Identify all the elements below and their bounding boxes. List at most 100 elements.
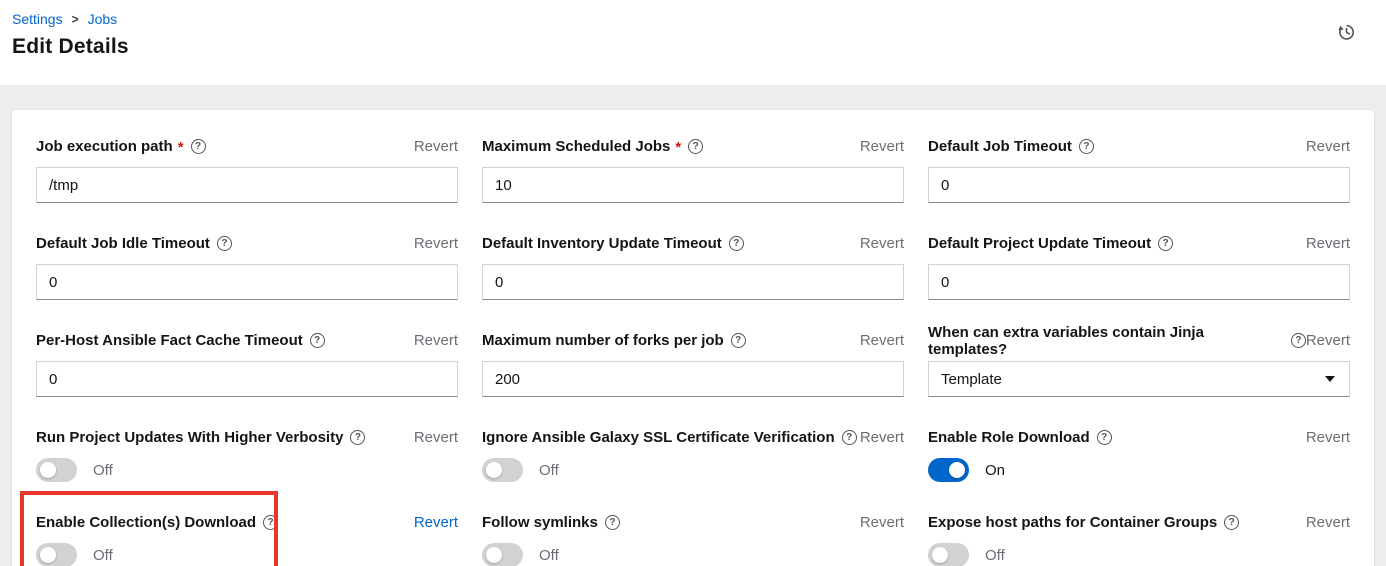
help-icon[interactable]: ? xyxy=(729,236,744,251)
field-control xyxy=(928,167,1350,203)
help-icon[interactable]: ? xyxy=(1291,333,1306,348)
help-icon[interactable]: ? xyxy=(263,515,278,530)
default-job-idle-timeout-input[interactable] xyxy=(36,264,458,300)
field-control: Template xyxy=(928,361,1350,397)
help-icon[interactable]: ? xyxy=(1158,236,1173,251)
toggle-state-label: Off xyxy=(93,547,113,564)
revert-button[interactable]: Revert xyxy=(414,235,458,252)
settings-card: Job execution path * ? Revert Maximum Sc… xyxy=(12,110,1374,566)
breadcrumb-link-jobs[interactable]: Jobs xyxy=(88,10,118,28)
field-label-group: Job execution path * ? xyxy=(36,137,206,156)
field-when-can-extra-variables-contain-jinja-templates: When can extra variables contain Jinja t… xyxy=(928,330,1350,397)
field-label: Default Project Update Timeout xyxy=(928,235,1151,252)
revert-button[interactable]: Revert xyxy=(1306,138,1350,155)
toggle-knob xyxy=(932,547,948,563)
field-label-group: Default Inventory Update Timeout ? xyxy=(482,235,744,252)
field-label-group: Run Project Updates With Higher Verbosit… xyxy=(36,429,365,446)
field-default-project-update-timeout: Default Project Update Timeout ? Revert xyxy=(928,233,1350,300)
field-follow-symlinks: Follow symlinks ? Revert Off xyxy=(482,512,904,566)
default-inventory-update-timeout-input[interactable] xyxy=(482,264,904,300)
field-label-group: Enable Collection(s) Download ? xyxy=(36,514,278,531)
toggle-state-label: Off xyxy=(985,547,1005,564)
field-label: Expose host paths for Container Groups xyxy=(928,514,1217,531)
revert-button[interactable]: Revert xyxy=(860,332,904,349)
revert-button[interactable]: Revert xyxy=(414,332,458,349)
ignore-ansible-galaxy-ssl-certificate-verification-toggle[interactable] xyxy=(482,458,523,482)
help-icon[interactable]: ? xyxy=(1224,515,1239,530)
help-icon[interactable]: ? xyxy=(688,139,703,154)
field-control xyxy=(482,264,904,300)
job-execution-path-input[interactable] xyxy=(36,167,458,203)
field-control xyxy=(36,264,458,300)
field-ignore-ansible-galaxy-ssl-certificate-verification: Ignore Ansible Galaxy SSL Certificate Ve… xyxy=(482,427,904,482)
field-per-host-ansible-fact-cache-timeout: Per-Host Ansible Fact Cache Timeout ? Re… xyxy=(36,330,458,397)
field-control: Off xyxy=(482,543,904,566)
required-asterisk: * xyxy=(178,139,184,156)
maximum-number-of-forks-per-job-input[interactable] xyxy=(482,361,904,397)
when-can-extra-variables-contain-jinja-templates-select[interactable]: Template xyxy=(928,361,1350,397)
revert-button[interactable]: Revert xyxy=(860,514,904,531)
field-label-group: Enable Role Download ? xyxy=(928,429,1112,446)
maximum-scheduled-jobs-input[interactable] xyxy=(482,167,904,203)
help-icon[interactable]: ? xyxy=(217,236,232,251)
revert-button[interactable]: Revert xyxy=(1306,429,1350,446)
toggle-state-label: Off xyxy=(539,547,559,564)
history-button[interactable] xyxy=(1333,18,1360,48)
revert-button[interactable]: Revert xyxy=(414,514,458,531)
field-header: Default Job Idle Timeout ? Revert xyxy=(36,233,458,254)
settings-form: Job execution path * ? Revert Maximum Sc… xyxy=(36,136,1350,566)
field-expose-host-paths-for-container-groups: Expose host paths for Container Groups ?… xyxy=(928,512,1350,566)
help-icon[interactable]: ? xyxy=(842,430,857,445)
revert-button[interactable]: Revert xyxy=(414,138,458,155)
field-header: Enable Collection(s) Download ? Revert xyxy=(36,512,458,533)
revert-button[interactable]: Revert xyxy=(860,235,904,252)
revert-button[interactable]: Revert xyxy=(860,429,904,446)
per-host-ansible-fact-cache-timeout-input[interactable] xyxy=(36,361,458,397)
header-left: Settings > Jobs Edit Details xyxy=(12,10,129,59)
field-label: Enable Collection(s) Download xyxy=(36,514,256,531)
page-header: Settings > Jobs Edit Details xyxy=(0,0,1386,85)
enable-collection-s-download-toggle[interactable] xyxy=(36,543,77,566)
field-default-job-timeout: Default Job Timeout ? Revert xyxy=(928,136,1350,203)
revert-button[interactable]: Revert xyxy=(1306,332,1350,349)
revert-button[interactable]: Revert xyxy=(1306,235,1350,252)
field-label: Default Inventory Update Timeout xyxy=(482,235,722,252)
field-label: Job execution path xyxy=(36,138,173,155)
field-run-project-updates-with-higher-verbosity: Run Project Updates With Higher Verbosit… xyxy=(36,427,458,482)
required-asterisk: * xyxy=(675,139,681,156)
help-icon[interactable]: ? xyxy=(310,333,325,348)
enable-role-download-toggle[interactable] xyxy=(928,458,969,482)
breadcrumb-link-settings[interactable]: Settings xyxy=(12,10,63,28)
help-icon[interactable]: ? xyxy=(731,333,746,348)
field-label: Default Job Timeout xyxy=(928,138,1072,155)
follow-symlinks-toggle[interactable] xyxy=(482,543,523,566)
run-project-updates-with-higher-verbosity-toggle[interactable] xyxy=(36,458,77,482)
field-label-group: Ignore Ansible Galaxy SSL Certificate Ve… xyxy=(482,429,857,446)
toggle-state-label: Off xyxy=(93,462,113,479)
field-control: Off xyxy=(928,543,1350,566)
field-header: Enable Role Download ? Revert xyxy=(928,427,1350,448)
field-label-group: Default Job Idle Timeout ? xyxy=(36,235,232,252)
revert-button[interactable]: Revert xyxy=(860,138,904,155)
help-icon[interactable]: ? xyxy=(1097,430,1112,445)
field-control: Off xyxy=(482,458,904,482)
help-icon[interactable]: ? xyxy=(1079,139,1094,154)
revert-button[interactable]: Revert xyxy=(414,429,458,446)
help-icon[interactable]: ? xyxy=(605,515,620,530)
help-icon[interactable]: ? xyxy=(350,430,365,445)
field-label-group: Maximum number of forks per job ? xyxy=(482,332,746,349)
field-header: Follow symlinks ? Revert xyxy=(482,512,904,533)
field-label: Default Job Idle Timeout xyxy=(36,235,210,252)
expose-host-paths-for-container-groups-toggle[interactable] xyxy=(928,543,969,566)
toggle-knob xyxy=(40,462,56,478)
help-icon[interactable]: ? xyxy=(191,139,206,154)
field-job-execution-path: Job execution path * ? Revert xyxy=(36,136,458,203)
field-header: Per-Host Ansible Fact Cache Timeout ? Re… xyxy=(36,330,458,351)
field-control: Off xyxy=(36,458,458,482)
default-job-timeout-input[interactable] xyxy=(928,167,1350,203)
select-value: Template xyxy=(941,371,1002,388)
field-label: When can extra variables contain Jinja t… xyxy=(928,324,1284,358)
caret-down-icon xyxy=(1325,376,1335,382)
revert-button[interactable]: Revert xyxy=(1306,514,1350,531)
default-project-update-timeout-input[interactable] xyxy=(928,264,1350,300)
